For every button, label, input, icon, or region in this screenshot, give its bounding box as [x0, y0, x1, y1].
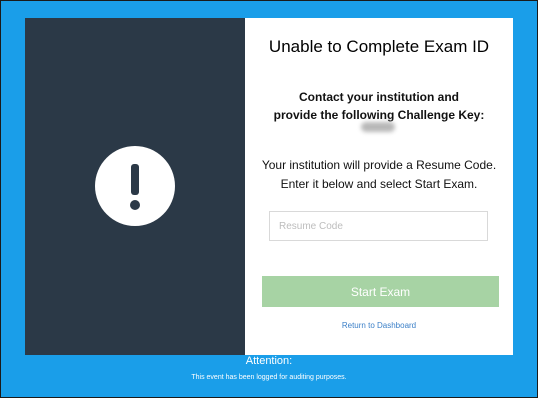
- alert-panel: [25, 18, 245, 355]
- exclamation-dot: [130, 200, 140, 210]
- exam-error-screen: Unable to Complete Exam ID Contact your …: [0, 0, 538, 398]
- resume-line-1: Your institution will provide a Resume C…: [261, 158, 497, 172]
- resume-line-2: Enter it below and select Start Exam.: [280, 177, 478, 191]
- return-to-dashboard-link[interactable]: Return to Dashboard: [245, 321, 513, 330]
- resume-instructions: Your institution will provide a Resume C…: [245, 156, 513, 194]
- challenge-key-redacted: [361, 122, 395, 132]
- contact-line-1: Contact your institution and: [299, 90, 459, 104]
- attention-label: Attention:: [245, 355, 293, 367]
- exclamation-bar: [131, 164, 139, 195]
- start-exam-button[interactable]: Start Exam: [262, 276, 499, 307]
- dialog-title: Unable to Complete Exam ID: [268, 37, 490, 56]
- audit-log-message: This event has been logged for auditing …: [191, 374, 347, 381]
- exclamation-circle-icon: [95, 146, 175, 226]
- contact-instructions: Contact your institution and provide the…: [245, 88, 513, 124]
- dialog-panel: Unable to Complete Exam ID Contact your …: [245, 18, 513, 355]
- resume-code-input[interactable]: [269, 211, 488, 241]
